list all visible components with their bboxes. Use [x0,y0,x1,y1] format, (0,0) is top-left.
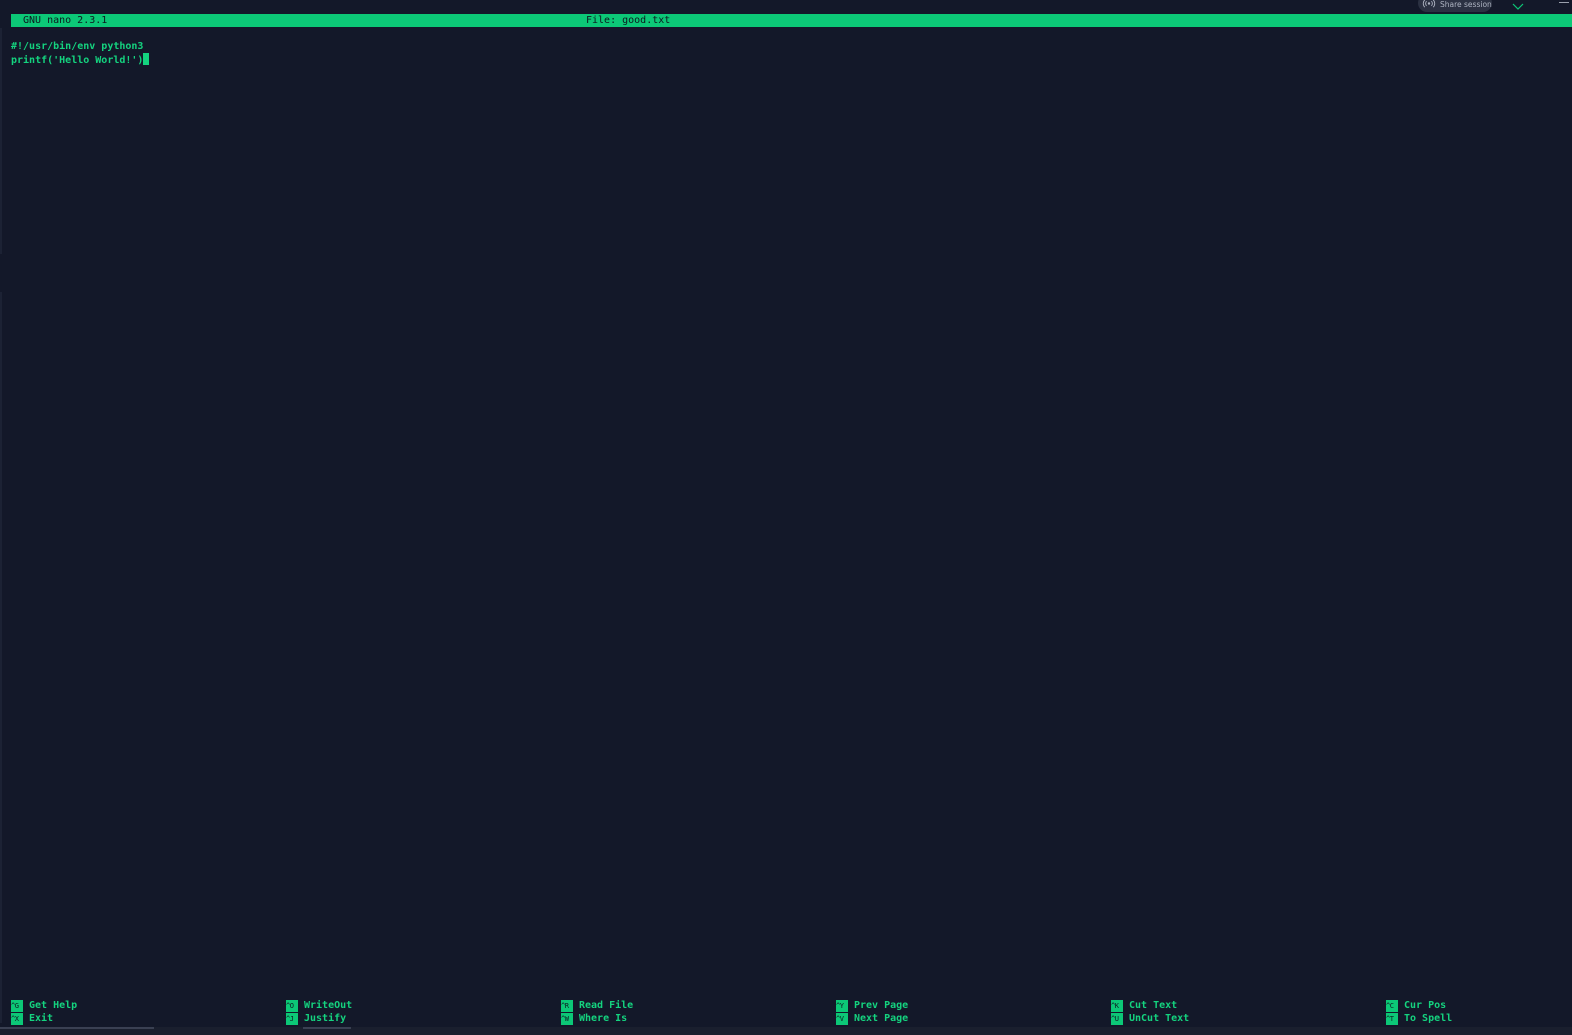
editor-buffer[interactable]: #!/usr/bin/env python3 printf('Hello Wor… [11,40,150,66]
share-session-button[interactable]: Share session [1418,0,1492,12]
shortcut-exit[interactable]: ^X Exit [11,1012,53,1025]
shortcut-label: UnCut Text [1129,1013,1190,1024]
shortcut-label: Where Is [579,1013,628,1024]
shortcut-writeout[interactable]: ^O WriteOut [286,999,352,1012]
shortcut-column: ^G Get Help ^X Exit [11,998,281,1026]
shortcut-label: Prev Page [854,1000,909,1011]
shortcut-next-page[interactable]: ^V Next Page [836,1012,908,1025]
shortcut-cur-pos[interactable]: ^C Cur Pos [1386,999,1446,1012]
bottom-tab-strip [0,1027,1572,1035]
shortcut-uncut-text[interactable]: ^U UnCut Text [1111,1012,1189,1025]
shortcut-column: ^Y Prev Page ^V Next Page [836,998,1106,1026]
file-name: File: good.txt [586,15,671,26]
text-cursor [143,53,150,65]
shortcut-key: ^U [1111,1012,1123,1025]
shortcut-column: ^R Read File ^W Where Is [561,998,831,1026]
shortcut-label: Cut Text [1129,1000,1178,1011]
shortcut-label: Next Page [854,1013,909,1024]
code-line: #!/usr/bin/env python3 [11,41,144,52]
minimize-icon[interactable] [1559,2,1569,3]
shortcut-column: ^O WriteOut ^J Justify [286,998,556,1026]
shortcut-bar: ^G Get Help ^X Exit ^O WriteOut ^J Justify ^… [0,998,1572,1026]
share-session-label: Share session [1440,0,1492,9]
shortcut-key: ^Y [836,999,848,1012]
broadcast-icon [1422,0,1436,10]
bottom-tab-indicator [0,1027,154,1029]
shortcut-key: ^X [11,1012,23,1025]
shortcut-label: Exit [29,1013,54,1024]
terminal-window[interactable]: Share session GNU nano 2.3.1 File: good.… [0,0,1572,1035]
shortcut-column: ^K Cut Text ^U UnCut Text [1111,998,1381,1026]
shortcut-key: ^R [561,999,573,1012]
shortcut-to-spell[interactable]: ^T To Spell [1386,1012,1452,1025]
shortcut-key: ^W [561,1012,573,1025]
terminal-left-border-gap [0,254,2,292]
code-line: printf('Hello World!') [11,53,150,66]
shortcut-justify[interactable]: ^J Justify [286,1012,346,1025]
shortcut-label: Justify [304,1013,347,1024]
shortcut-key: ^J [286,1012,298,1025]
terminal-left-border [0,28,2,1023]
shortcut-where-is[interactable]: ^W Where Is [561,1012,627,1025]
shortcut-cut-text[interactable]: ^K Cut Text [1111,999,1177,1012]
shortcut-key: ^O [286,999,298,1012]
shortcut-key: ^V [836,1012,848,1025]
bottom-tab-indicator [303,1027,351,1029]
shortcut-get-help[interactable]: ^G Get Help [11,999,77,1012]
shortcut-prev-page[interactable]: ^Y Prev Page [836,999,908,1012]
shortcut-key: ^G [11,999,23,1012]
shortcut-label: WriteOut [304,1000,353,1011]
shortcut-key: ^T [1386,1012,1398,1025]
shortcut-label: Get Help [29,1000,78,1011]
shortcut-key: ^K [1111,999,1123,1012]
shortcut-key: ^C [1386,999,1398,1012]
app-version: GNU nano 2.3.1 [23,15,108,26]
nano-title-bar: GNU nano 2.3.1 File: good.txt [11,14,1572,27]
shortcut-label: Read File [579,1000,634,1011]
shortcut-column: ^C Cur Pos ^T To Spell [1386,998,1572,1026]
shortcut-label: To Spell [1404,1013,1453,1024]
shortcut-label: Cur Pos [1404,1000,1447,1011]
shortcut-read-file[interactable]: ^R Read File [561,999,633,1012]
